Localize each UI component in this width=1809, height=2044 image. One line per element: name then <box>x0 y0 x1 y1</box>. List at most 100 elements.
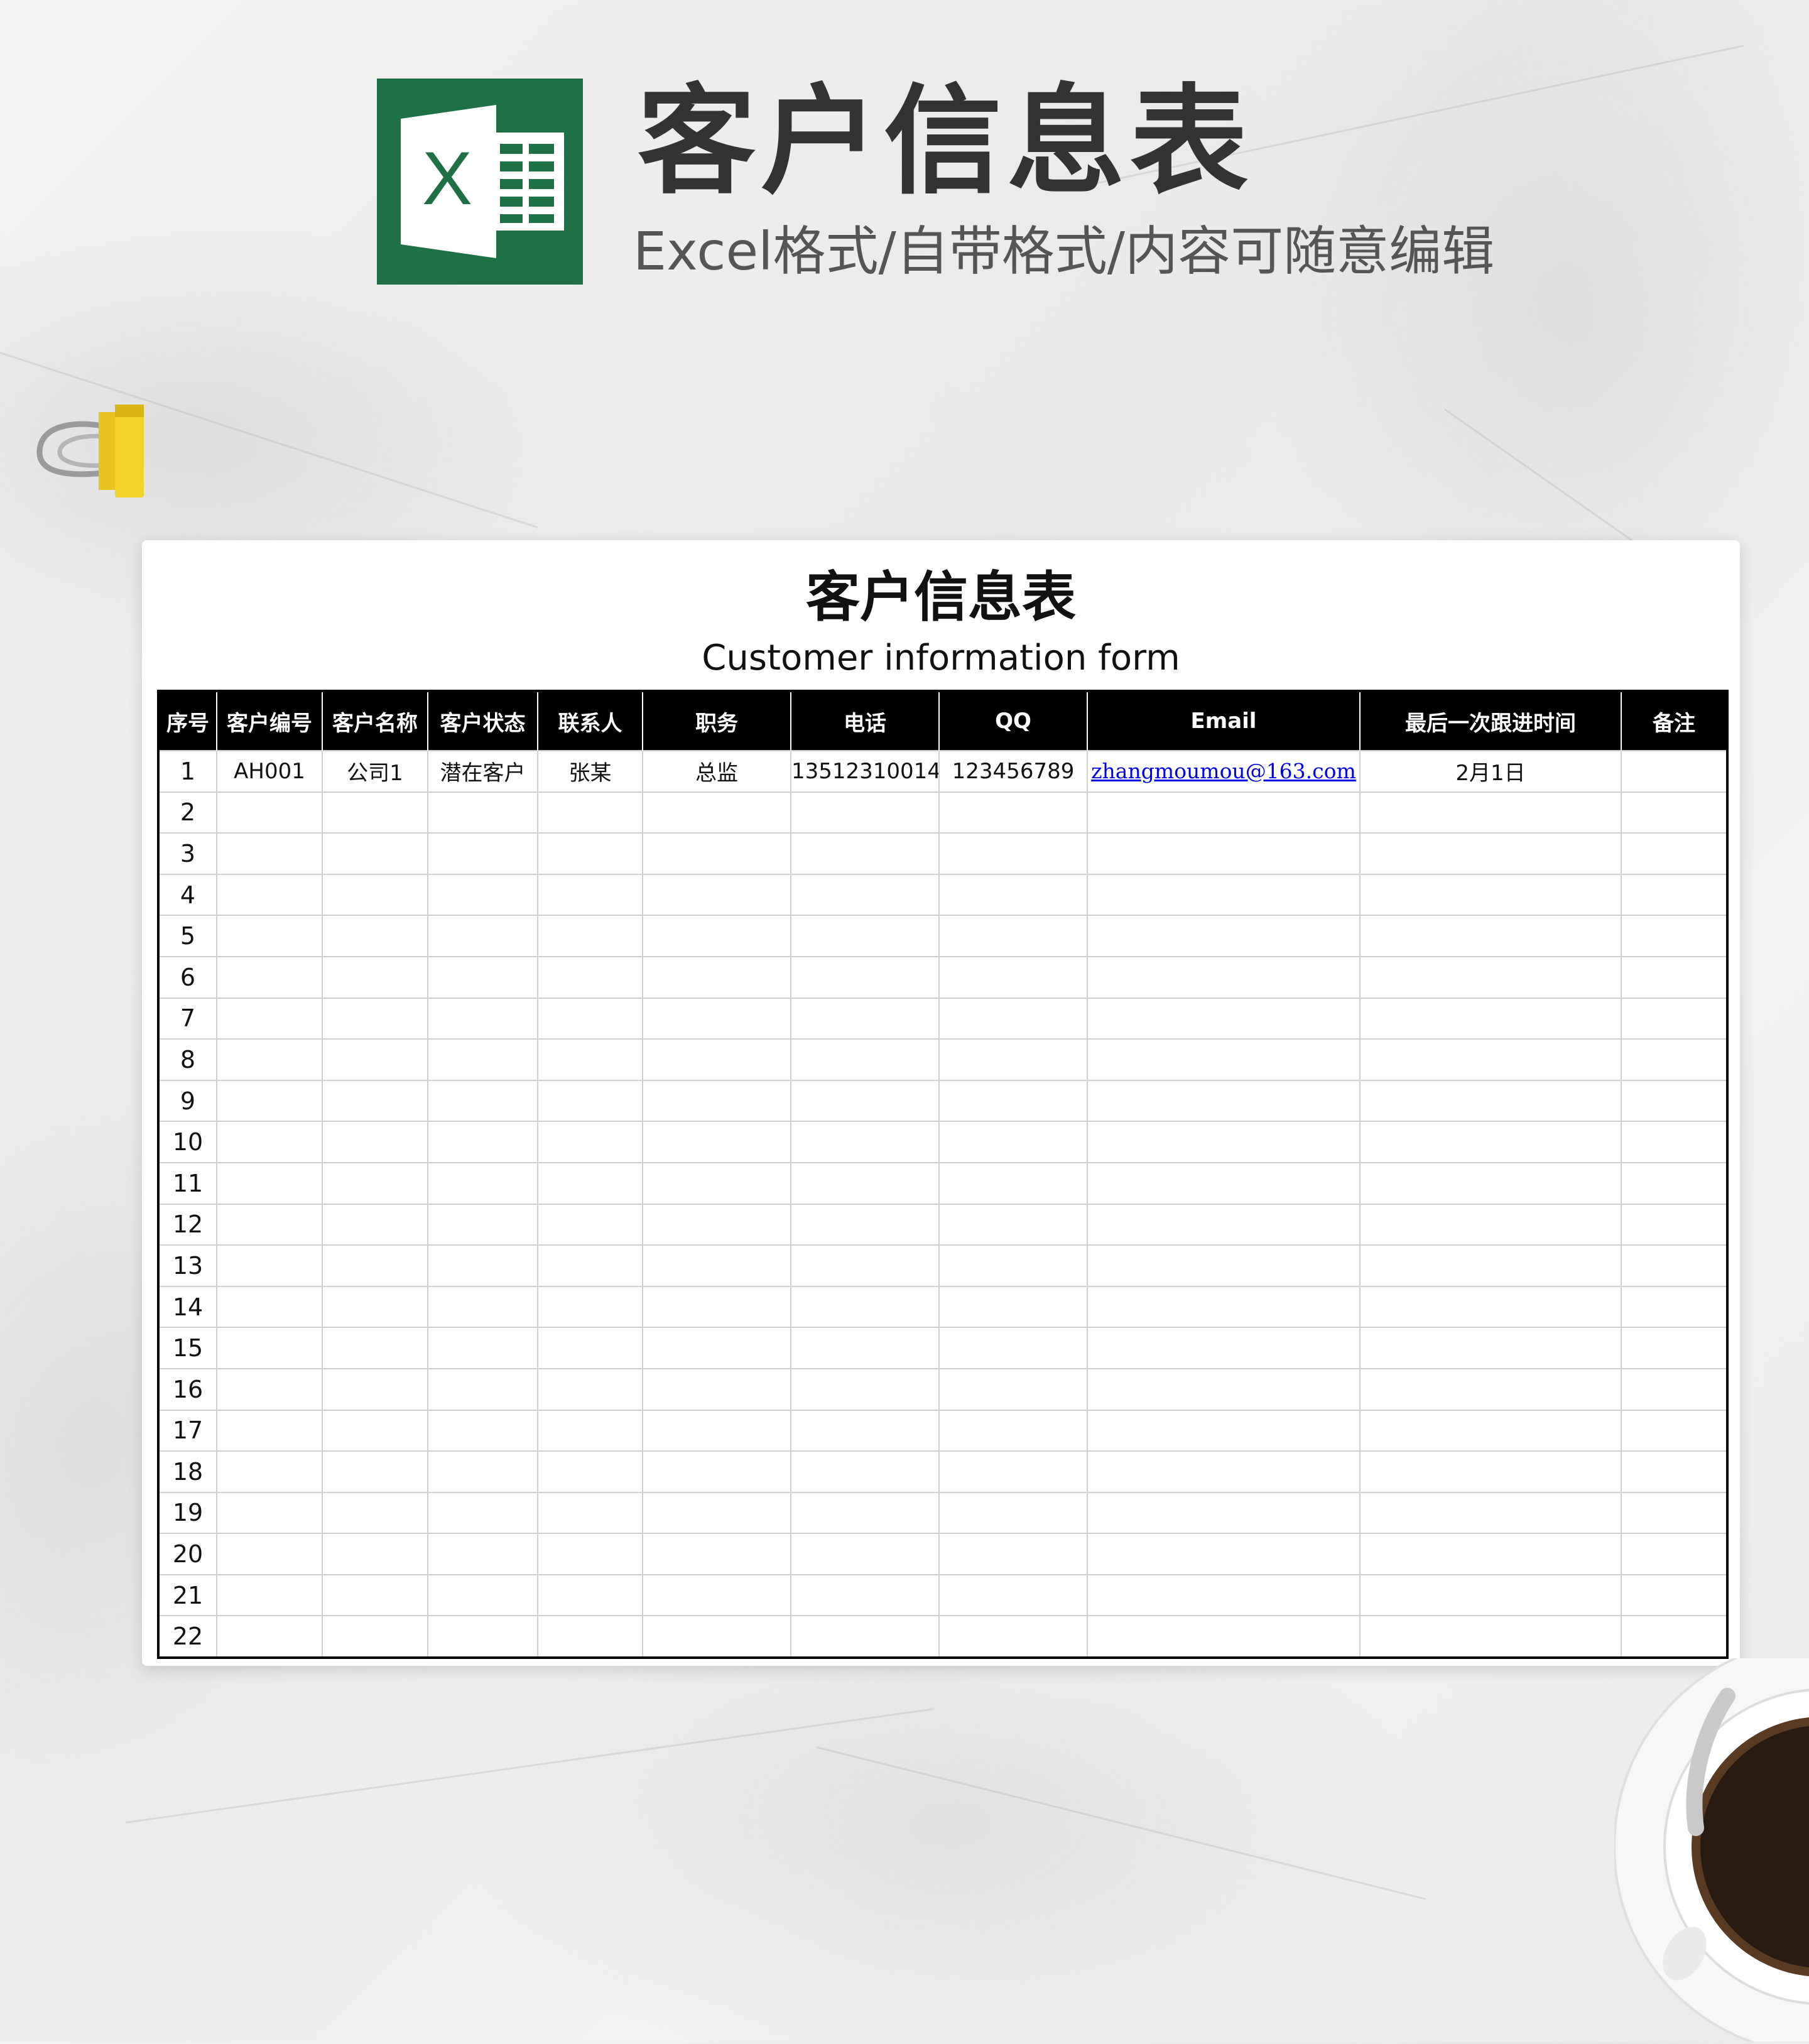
table-cell[interactable] <box>1621 1574 1726 1617</box>
table-cell[interactable] <box>1087 1285 1361 1329</box>
table-cell[interactable] <box>322 1161 428 1205</box>
row-number-cell[interactable]: 13 <box>160 1244 217 1287</box>
table-cell[interactable] <box>790 955 940 999</box>
table-cell[interactable] <box>537 791 643 834</box>
table-cell[interactable] <box>1087 1409 1361 1452</box>
table-cell[interactable]: 总监 <box>642 750 791 793</box>
table-cell[interactable] <box>1087 1203 1361 1246</box>
table-cell[interactable] <box>790 1574 940 1617</box>
table-cell[interactable] <box>322 1244 428 1287</box>
table-cell[interactable] <box>537 832 643 875</box>
row-number-cell[interactable]: 2 <box>160 791 217 834</box>
table-cell[interactable] <box>427 1409 538 1452</box>
table-cell[interactable] <box>322 1409 428 1452</box>
table-cell[interactable] <box>1359 1285 1622 1329</box>
table-cell[interactable] <box>537 1409 643 1452</box>
table-cell[interactable] <box>1087 1450 1361 1493</box>
table-cell[interactable] <box>1359 1244 1622 1287</box>
table-cell[interactable] <box>537 915 643 957</box>
table-cell[interactable] <box>790 1121 940 1163</box>
table-cell[interactable] <box>537 997 643 1040</box>
table-cell[interactable] <box>1087 873 1361 916</box>
table-cell[interactable] <box>1621 1161 1726 1205</box>
table-cell[interactable] <box>1087 832 1361 875</box>
table-cell[interactable] <box>537 873 643 916</box>
table-cell[interactable] <box>1359 1533 1622 1575</box>
table-cell[interactable] <box>537 955 643 999</box>
table-cell[interactable] <box>790 915 940 957</box>
table-cell[interactable] <box>642 915 791 957</box>
table-cell[interactable] <box>790 1244 940 1287</box>
table-cell[interactable] <box>427 1533 538 1575</box>
table-cell[interactable] <box>427 1121 538 1163</box>
table-cell[interactable] <box>427 1038 538 1081</box>
table-cell[interactable] <box>1087 997 1361 1040</box>
table-cell[interactable] <box>537 1079 643 1123</box>
table-cell[interactable] <box>216 1367 323 1411</box>
table-cell[interactable] <box>642 1615 791 1657</box>
row-number-cell[interactable]: 4 <box>160 873 217 916</box>
table-cell[interactable] <box>642 1285 791 1329</box>
row-number-cell[interactable]: 19 <box>160 1491 217 1535</box>
table-cell[interactable] <box>427 1203 538 1246</box>
table-cell[interactable] <box>938 1038 1088 1081</box>
table-cell[interactable]: AH001 <box>216 750 323 793</box>
table-cell[interactable] <box>1087 1367 1361 1411</box>
table-cell[interactable] <box>1359 873 1622 916</box>
table-cell[interactable] <box>642 1450 791 1493</box>
table-cell[interactable] <box>1087 791 1361 834</box>
table-cell[interactable] <box>642 1574 791 1617</box>
table-cell[interactable] <box>642 832 791 875</box>
table-cell[interactable] <box>790 791 940 834</box>
table-cell[interactable] <box>790 1203 940 1246</box>
table-cell[interactable] <box>322 915 428 957</box>
table-cell[interactable] <box>427 1491 538 1535</box>
table-cell[interactable] <box>427 1079 538 1123</box>
table-cell[interactable] <box>537 1121 643 1163</box>
table-cell[interactable] <box>938 1533 1088 1575</box>
table-cell[interactable] <box>1621 1121 1726 1163</box>
table-cell[interactable] <box>322 1079 428 1123</box>
table-cell[interactable] <box>1621 1615 1726 1657</box>
table-cell[interactable] <box>427 915 538 957</box>
table-cell[interactable] <box>642 791 791 834</box>
table-cell[interactable] <box>1621 1327 1726 1369</box>
table-cell[interactable] <box>1359 1491 1622 1535</box>
table-cell[interactable]: 123456789 <box>938 750 1088 793</box>
table-cell[interactable] <box>938 832 1088 875</box>
table-cell[interactable] <box>427 1367 538 1411</box>
row-number-cell[interactable]: 6 <box>160 955 217 999</box>
table-cell[interactable] <box>938 1367 1088 1411</box>
table-cell[interactable] <box>642 1161 791 1205</box>
table-cell[interactable] <box>427 873 538 916</box>
table-cell[interactable] <box>216 1491 323 1535</box>
table-cell[interactable] <box>790 1450 940 1493</box>
table-cell[interactable] <box>1359 1079 1622 1123</box>
table-cell[interactable] <box>322 955 428 999</box>
table-cell[interactable] <box>427 1327 538 1369</box>
table-cell[interactable] <box>642 1409 791 1452</box>
row-number-cell[interactable]: 18 <box>160 1450 217 1493</box>
table-cell[interactable] <box>1087 1121 1361 1163</box>
table-cell[interactable] <box>216 1244 323 1287</box>
table-cell[interactable] <box>642 1079 791 1123</box>
table-cell[interactable] <box>216 997 323 1040</box>
table-cell[interactable] <box>1621 1409 1726 1452</box>
table-cell[interactable] <box>1621 832 1726 875</box>
table-cell[interactable] <box>1621 873 1726 916</box>
table-cell[interactable] <box>537 1491 643 1535</box>
table-cell[interactable] <box>322 997 428 1040</box>
table-cell[interactable] <box>216 832 323 875</box>
row-number-cell[interactable]: 3 <box>160 832 217 875</box>
table-cell[interactable] <box>322 1285 428 1329</box>
table-cell[interactable] <box>642 1038 791 1081</box>
table-cell[interactable] <box>938 1121 1088 1163</box>
table-cell[interactable] <box>216 1327 323 1369</box>
table-cell[interactable] <box>427 1161 538 1205</box>
table-cell[interactable] <box>216 1574 323 1617</box>
table-cell[interactable] <box>216 955 323 999</box>
table-cell[interactable] <box>1359 1121 1622 1163</box>
table-cell[interactable] <box>1359 791 1622 834</box>
table-cell[interactable] <box>216 873 323 916</box>
table-cell[interactable] <box>537 1615 643 1657</box>
